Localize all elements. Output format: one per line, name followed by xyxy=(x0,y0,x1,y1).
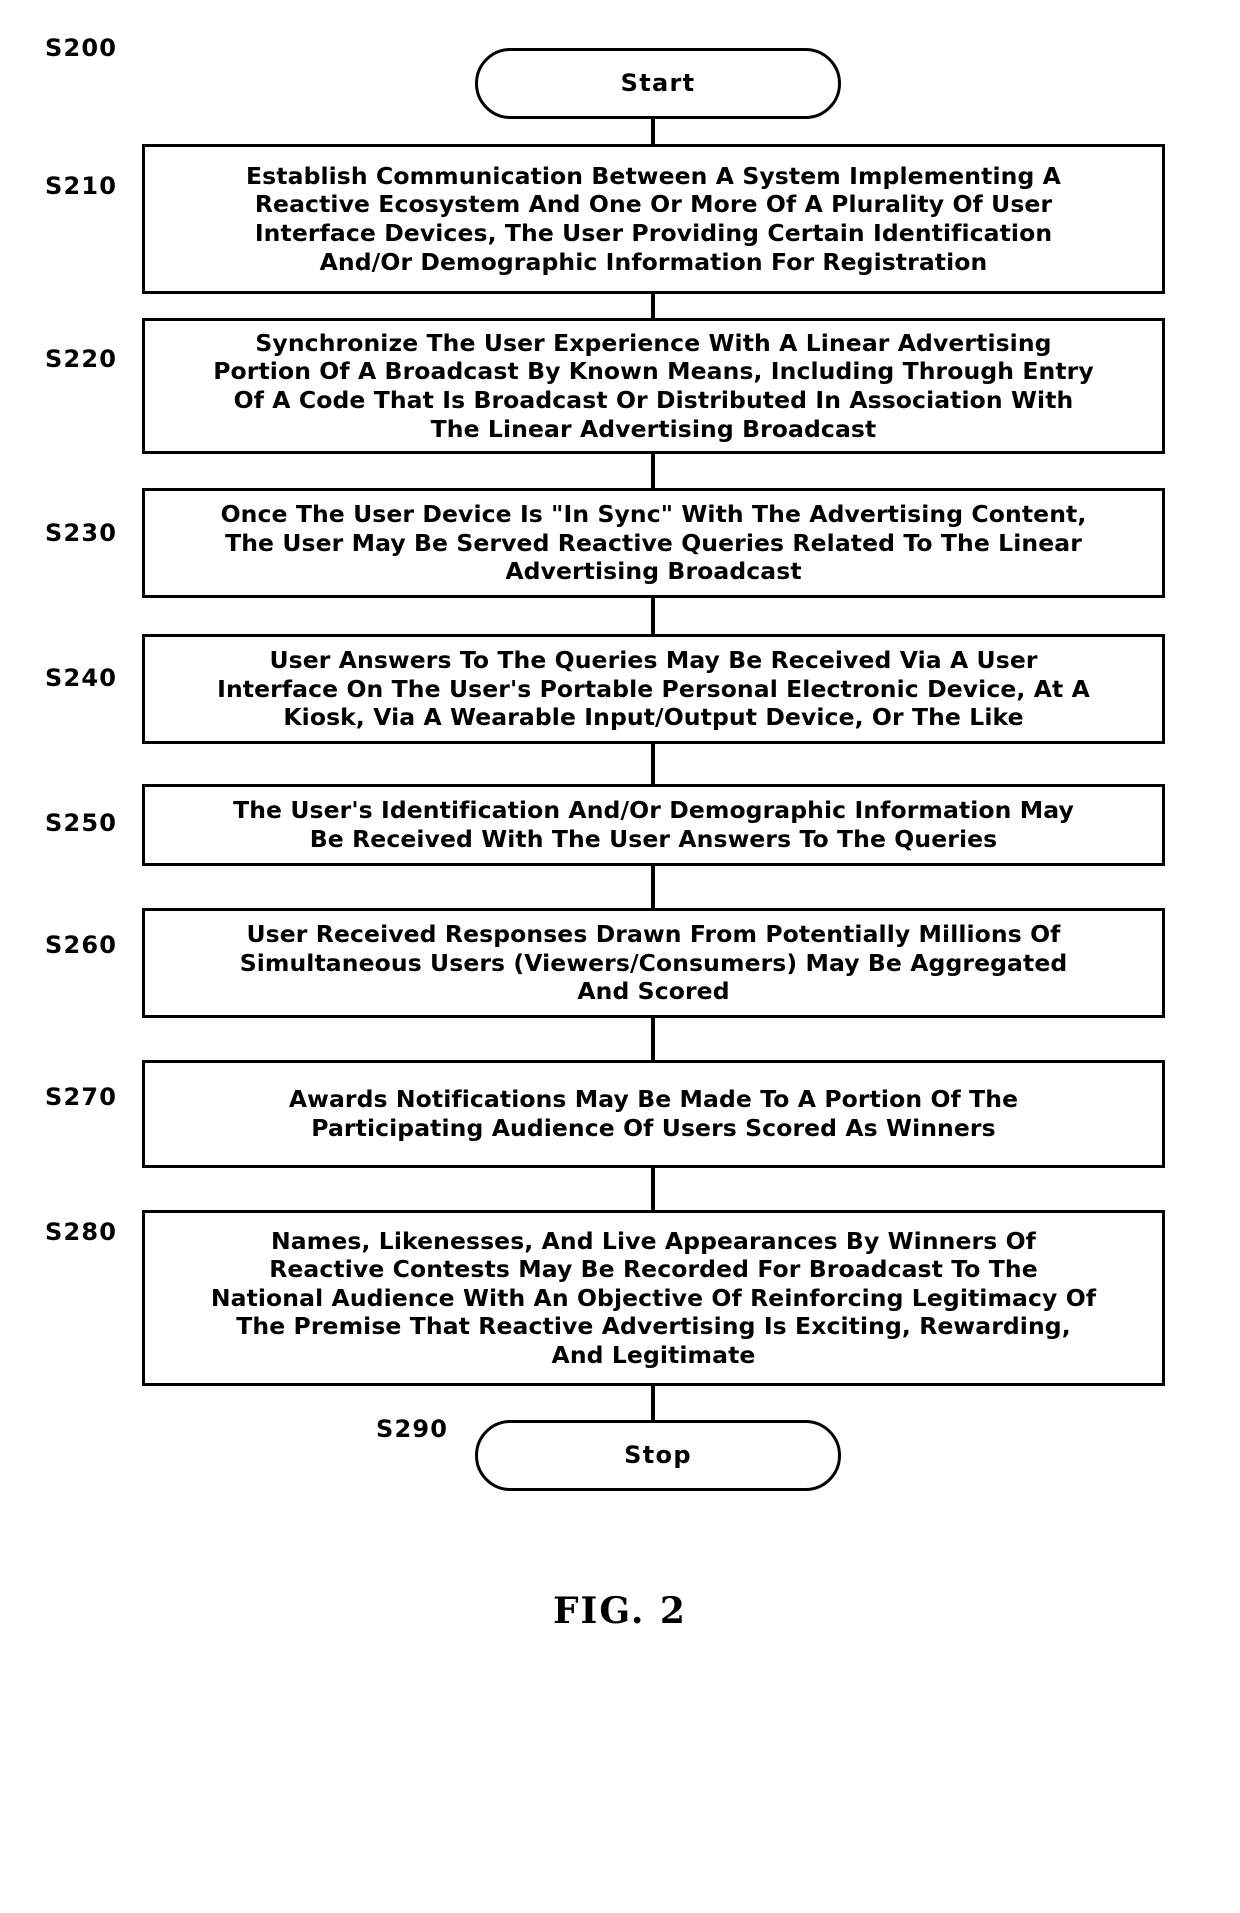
node-s250: The User's Identification And/Or Demogra… xyxy=(142,784,1165,866)
connector-s260-to-s270 xyxy=(651,1018,655,1060)
connector-s280-to-stop xyxy=(651,1386,655,1420)
connector-s240-to-s250 xyxy=(651,744,655,784)
node-s280: Names, Likenesses, And Live Appearances … xyxy=(142,1210,1165,1386)
node-s220-label: Synchronize The User Experience With A L… xyxy=(213,328,1094,443)
step-label-s270: S270 xyxy=(45,1083,118,1111)
step-label-s260: S260 xyxy=(45,931,118,959)
connector-s250-to-s260 xyxy=(651,866,655,908)
node-s280-label: Names, Likenesses, And Live Appearances … xyxy=(210,1226,1097,1369)
step-label-s290: S290 xyxy=(376,1415,449,1443)
node-s270: Awards Notifications May Be Made To A Po… xyxy=(142,1060,1165,1168)
connector-s230-to-s240 xyxy=(651,598,655,634)
node-s270-label: Awards Notifications May Be Made To A Po… xyxy=(288,1085,1019,1142)
node-start: Start xyxy=(475,48,841,119)
node-s210: Establish Communication Between A System… xyxy=(142,144,1165,294)
node-stop: Stop xyxy=(475,1420,841,1491)
figure-caption: FIG. 2 xyxy=(553,1590,687,1632)
node-start-label: Start xyxy=(620,68,696,97)
node-s230: Once The User Device Is "In Sync" With T… xyxy=(142,488,1165,598)
step-label-s210: S210 xyxy=(45,172,118,200)
connector-start-to-s210 xyxy=(651,118,655,144)
step-label-s230: S230 xyxy=(45,519,118,547)
node-s240-label: User Answers To The Queries May Be Recei… xyxy=(217,646,1090,732)
node-s260: User Received Responses Drawn From Poten… xyxy=(142,908,1165,1018)
node-s230-label: Once The User Device Is "In Sync" With T… xyxy=(220,500,1087,586)
connector-s220-to-s230 xyxy=(651,454,655,488)
step-label-s220: S220 xyxy=(45,345,118,373)
flowchart-figure: S200 Start S210 Establish Communication … xyxy=(0,0,1240,1913)
node-s220: Synchronize The User Experience With A L… xyxy=(142,318,1165,454)
node-s240: User Answers To The Queries May Be Recei… xyxy=(142,634,1165,744)
connector-s270-to-s280 xyxy=(651,1168,655,1210)
step-label-s280: S280 xyxy=(45,1218,118,1246)
node-s250-label: The User's Identification And/Or Demogra… xyxy=(233,796,1074,853)
node-stop-label: Stop xyxy=(624,1440,692,1469)
step-label-s200: S200 xyxy=(45,34,118,62)
step-label-s250: S250 xyxy=(45,809,118,837)
node-s260-label: User Received Responses Drawn From Poten… xyxy=(239,920,1068,1006)
node-s210-label: Establish Communication Between A System… xyxy=(246,161,1061,276)
step-label-s240: S240 xyxy=(45,664,118,692)
